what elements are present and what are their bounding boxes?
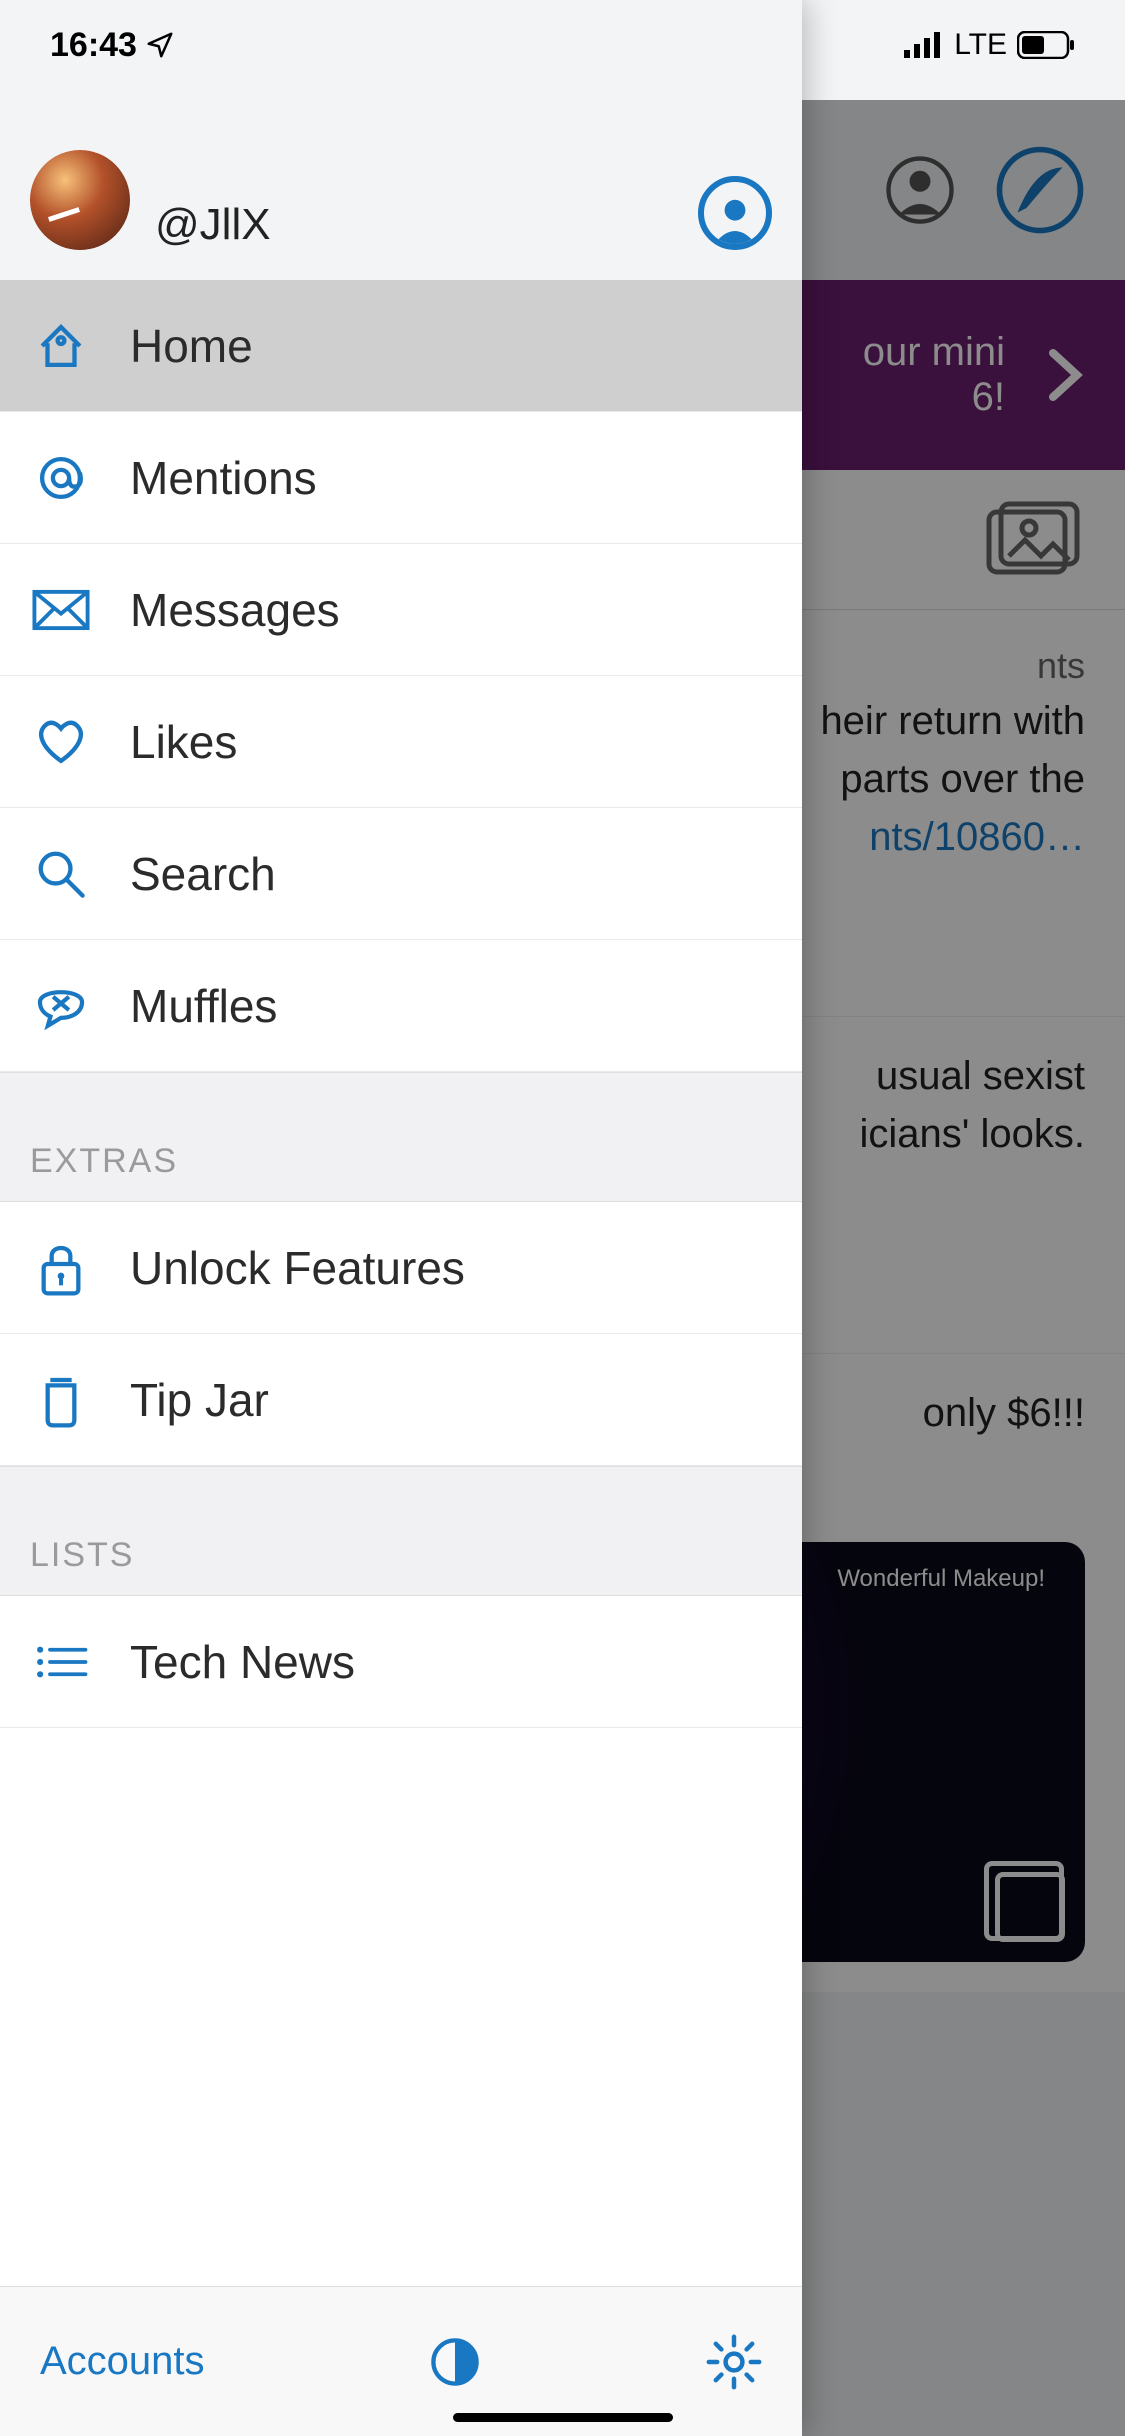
menu-item-messages[interactable]: Messages <box>0 544 802 676</box>
menu-label: Mentions <box>130 451 317 505</box>
network-label: LTE <box>954 28 1007 62</box>
menu-label: Muffles <box>130 979 277 1033</box>
list-icon <box>30 1641 92 1683</box>
side-drawer: @JllX Home Mentions Messages <box>0 0 802 2436</box>
menu-label: Tip Jar <box>130 1373 269 1427</box>
status-time: 16:43 <box>50 26 137 65</box>
battery-icon <box>1017 31 1075 59</box>
settings-icon[interactable] <box>706 2334 762 2390</box>
home-icon <box>30 319 92 373</box>
envelope-icon <box>30 589 92 631</box>
avatar[interactable] <box>30 150 130 250</box>
menu-item-search[interactable]: Search <box>0 808 802 940</box>
section-header-extras: Extras <box>0 1072 802 1202</box>
menu-label: Search <box>130 847 276 901</box>
section-header-lists: Lists <box>0 1466 802 1596</box>
location-icon <box>145 30 175 60</box>
menu-label: Home <box>130 319 253 373</box>
drawer-menu: Home Mentions Messages Likes <box>0 280 802 2286</box>
menu-item-likes[interactable]: Likes <box>0 676 802 808</box>
accounts-button[interactable]: Accounts <box>40 2339 205 2384</box>
menu-item-home[interactable]: Home <box>0 280 802 412</box>
menu-item-list[interactable]: Tech News <box>0 1596 802 1728</box>
lock-icon <box>30 1240 92 1296</box>
menu-label: Likes <box>130 715 237 769</box>
jar-icon <box>30 1372 92 1428</box>
menu-label: Tech News <box>130 1635 355 1689</box>
drawer-footer: Accounts <box>0 2286 802 2436</box>
theme-toggle-icon[interactable] <box>428 2335 482 2389</box>
at-icon <box>30 451 92 505</box>
user-handle[interactable]: @JllX <box>155 200 673 250</box>
menu-item-mentions[interactable]: Mentions <box>0 412 802 544</box>
menu-item-tip-jar[interactable]: Tip Jar <box>0 1334 802 1466</box>
home-indicator[interactable] <box>453 2413 673 2422</box>
status-bar: 16:43 LTE <box>0 0 1125 90</box>
menu-item-muffles[interactable]: Muffles <box>0 940 802 1072</box>
switch-account-icon[interactable] <box>698 176 772 250</box>
menu-label: Unlock Features <box>130 1241 465 1295</box>
menu-item-unlock-features[interactable]: Unlock Features <box>0 1202 802 1334</box>
heart-icon <box>30 717 92 767</box>
search-icon <box>30 847 92 901</box>
cell-signal-icon <box>904 32 944 58</box>
menu-label: Messages <box>130 583 340 637</box>
muffle-icon <box>30 981 92 1031</box>
